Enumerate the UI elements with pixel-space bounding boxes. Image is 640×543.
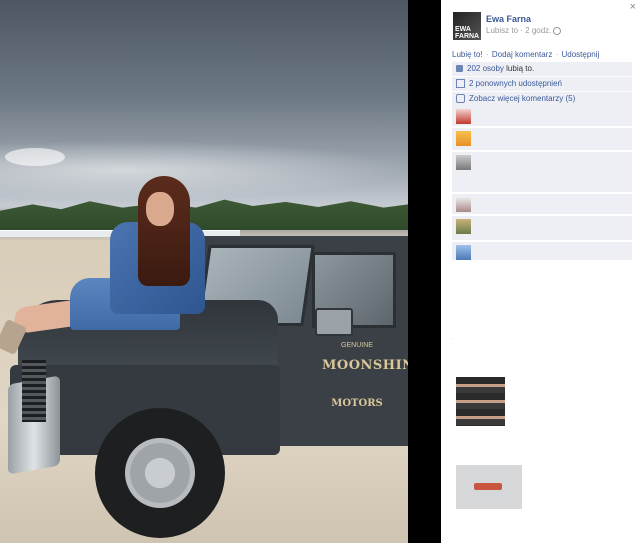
post-sidebar: × EWA FARNA Ewa Farna Lubisz to · 2 godz… xyxy=(441,0,640,543)
comment-item xyxy=(452,216,632,241)
photo-gutter xyxy=(408,0,441,543)
comment-item xyxy=(452,128,632,151)
comment-item xyxy=(452,242,632,261)
divider-mark: · xyxy=(452,336,454,342)
page-like-status[interactable]: Lubisz to xyxy=(486,26,518,35)
more-comments-row[interactable]: Zobacz więcej komentarzy (5) xyxy=(452,92,632,107)
comment-avatar[interactable] xyxy=(456,219,471,234)
avatar[interactable]: EWA FARNA xyxy=(453,12,481,40)
likes-count[interactable]: 202 osoby xyxy=(467,64,504,73)
logo-main-text: MOONSHINE xyxy=(322,358,408,373)
likes-suffix: lubią to. xyxy=(506,64,535,73)
comment-avatar[interactable] xyxy=(456,197,471,212)
post-meta: Lubisz to · 2 godz. xyxy=(486,26,562,35)
treeline xyxy=(0,199,408,230)
action-separator: · xyxy=(555,50,559,59)
shares-row[interactable]: 2 ponownych udostępnień xyxy=(452,77,632,92)
post-actions: Lubię to! · Dodaj komentarz · Udostępnij xyxy=(452,50,599,59)
avatar-text: EWA FARNA xyxy=(455,26,480,40)
truck-mirror xyxy=(315,308,353,336)
comment-item xyxy=(452,106,632,127)
comment-item xyxy=(452,194,632,215)
comment-avatar[interactable] xyxy=(456,155,471,170)
globe-icon xyxy=(553,26,562,35)
post-time[interactable]: 2 godz. xyxy=(525,26,551,35)
poster-name[interactable]: Ewa Farna xyxy=(486,14,531,24)
comment-icon xyxy=(456,94,465,104)
comment-avatar[interactable] xyxy=(456,245,471,260)
add-comment-link[interactable]: Dodaj komentarz xyxy=(492,50,552,59)
action-separator: · xyxy=(485,50,489,59)
likes-row[interactable]: 202 osoby lubią to. xyxy=(452,62,632,77)
related-thumbnail[interactable] xyxy=(456,377,505,426)
share-link[interactable]: Udostępnij xyxy=(561,50,599,59)
person-face xyxy=(146,192,174,226)
share-icon xyxy=(456,79,465,89)
wheel-rim xyxy=(125,438,195,508)
truck-wheel xyxy=(95,408,225,538)
comment-avatar[interactable] xyxy=(456,131,471,146)
related-thumbnail[interactable] xyxy=(456,465,522,509)
like-link[interactable]: Lubię to! xyxy=(452,50,483,59)
sky xyxy=(0,140,408,200)
shares-count[interactable]: 2 ponownych udostępnień xyxy=(469,79,562,88)
close-icon[interactable]: × xyxy=(630,2,636,13)
logo-top-text: GENUINE xyxy=(341,342,373,349)
comment-item xyxy=(452,152,632,193)
moonshine-motors-logo: GENUINE MOONSHINE MOTORS xyxy=(322,340,408,418)
more-comments-link[interactable]: Zobacz więcej komentarzy (5) xyxy=(469,94,575,103)
logo-bottom-text: MOTORS xyxy=(331,398,383,409)
post-photo[interactable]: GENUINE MOONSHINE MOTORS xyxy=(0,0,408,543)
like-icon xyxy=(456,65,463,73)
cloud xyxy=(5,148,65,166)
thumbnail-object xyxy=(474,483,502,490)
truck-grille xyxy=(22,360,46,422)
comment-avatar[interactable] xyxy=(456,109,471,124)
